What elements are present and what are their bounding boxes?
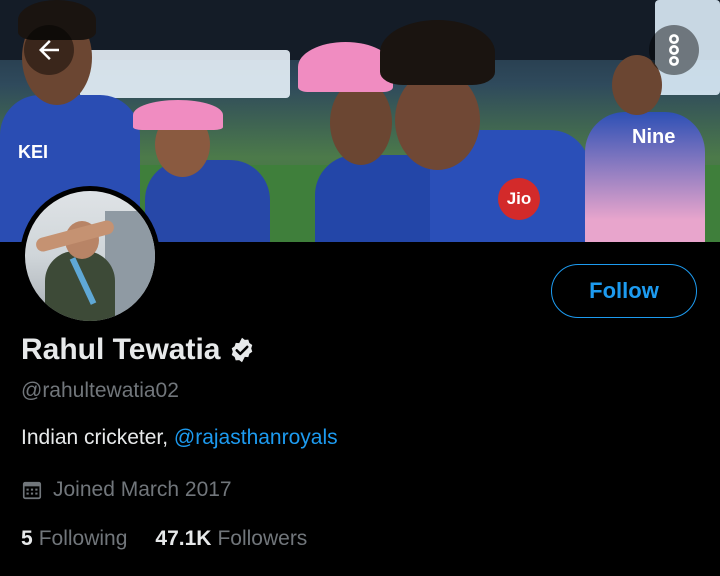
back-button[interactable] — [24, 25, 74, 75]
followers-label: Followers — [217, 527, 308, 550]
verified-badge-icon — [232, 337, 253, 363]
more-options-button[interactable] — [649, 25, 699, 75]
banner-board — [80, 50, 290, 98]
bio-text: Indian cricketer, — [21, 426, 174, 449]
banner-sponsor-text: KEI — [18, 142, 49, 162]
following-count: 5 — [21, 527, 33, 550]
profile-stats: 5 Following 47.1K Followers — [21, 527, 307, 551]
more-vertical-icon — [669, 34, 679, 66]
profile-handle: @rahultewatia02 — [21, 379, 179, 402]
banner-sponsor-badge: Jio — [498, 178, 540, 220]
calendar-icon — [22, 481, 42, 500]
bio-mention-link[interactable]: @rajasthanroyals — [174, 426, 338, 449]
joined-date-row: Joined March 2017 — [21, 478, 232, 502]
profile-name: Rahul Tewatia — [21, 333, 221, 366]
followers-link[interactable]: 47.1K Followers — [155, 527, 307, 551]
banner-sponsor-text: Nine — [632, 126, 676, 148]
profile-name-row: Rahul Tewatia — [21, 333, 256, 367]
avatar-photo — [25, 191, 155, 321]
profile-bio: Indian cricketer, @rajasthanroyals — [21, 426, 338, 450]
joined-date: Joined March 2017 — [53, 478, 232, 501]
avatar[interactable] — [20, 186, 160, 326]
followers-count: 47.1K — [155, 527, 212, 550]
following-link[interactable]: 5 Following — [21, 527, 127, 551]
follow-button[interactable]: Follow — [551, 264, 697, 318]
arrow-left-icon — [39, 40, 59, 60]
following-label: Following — [38, 527, 128, 550]
